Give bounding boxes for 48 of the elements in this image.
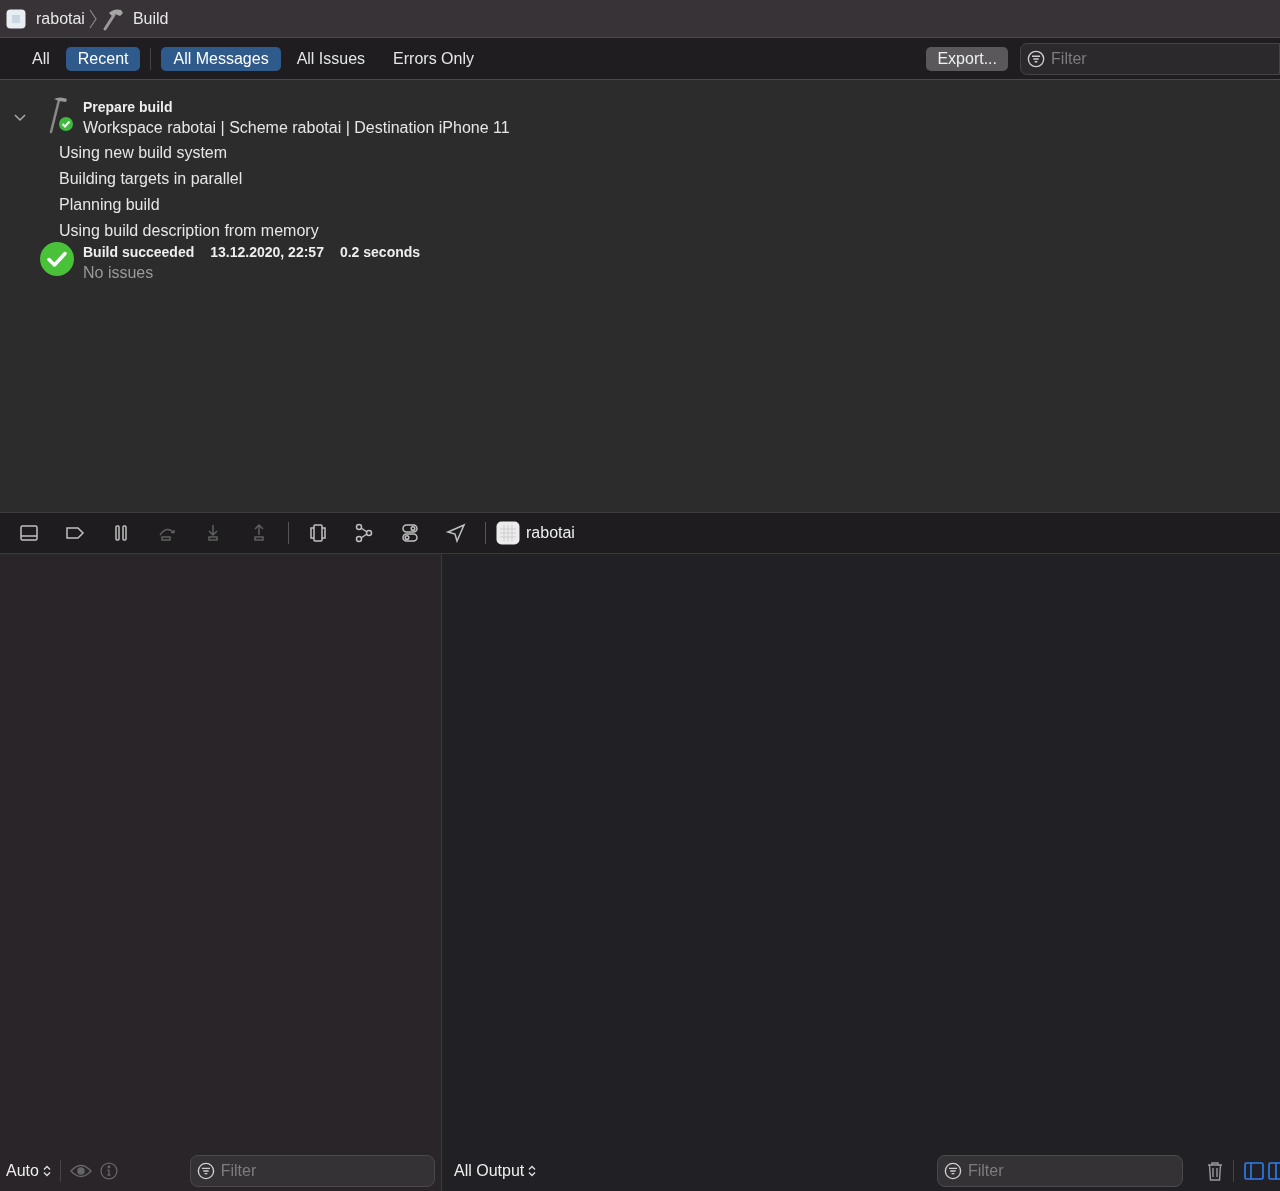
step-subtitle: Workspace rabotai | Scheme rabotai | Destination iPhone 11 [83,118,510,138]
log-message: Planning build [59,196,160,213]
output-popup[interactable]: All Output [454,1159,537,1183]
filter-input[interactable]: Filter [1051,46,1273,71]
location-arrow-icon[interactable] [446,523,466,543]
step-title: Prepare build [83,98,174,116]
filter-input[interactable]: Filter [220,1159,428,1183]
result-title: Build succeeded [83,243,195,262]
memory-graph-icon[interactable] [354,523,374,543]
chevron-right-icon [88,8,97,29]
app-icon [496,521,520,545]
filter-tab[interactable]: All [20,46,62,71]
view-debugger-icon[interactable] [308,523,328,543]
filter-tab[interactable]: Errors Only [381,46,486,71]
filter-field[interactable]: Filter [1020,42,1280,75]
filter-icon [1027,48,1046,69]
filter-tab[interactable]: Recent [65,46,141,71]
log-message: Using build description from memory [59,222,319,239]
app-icon [6,8,26,29]
console-icon[interactable] [19,523,39,543]
filter-tab[interactable]: All Messages [161,46,281,71]
chevron-icon [14,114,26,122]
left-panel-icon[interactable] [1244,1162,1264,1180]
filter-tab[interactable]: All Issues [284,46,378,71]
export-button[interactable]: Export... [926,46,1008,71]
scope-popup[interactable]: Auto [6,1159,51,1183]
filter-field[interactable]: Filter [189,1155,435,1187]
trash-icon[interactable] [1207,1161,1223,1181]
success-check-icon [40,242,74,276]
hammer-check-icon [47,96,75,134]
result-date: 13.12.2020, 22:57 [210,243,324,262]
filter-input[interactable]: Filter [967,1159,1176,1183]
log-message: Building targets in parallel [59,170,243,187]
breadcrumb-item[interactable]: Build [132,6,169,31]
log-message: Using new build system [59,144,228,161]
right-panel-icon[interactable] [1268,1162,1280,1180]
eye-icon[interactable] [69,1164,92,1178]
filter-icon [944,1161,962,1181]
filter-field[interactable]: Filter [937,1155,1183,1187]
chevron-updown-icon [42,1165,51,1177]
target-name[interactable]: rabotai [526,521,575,545]
filter-icon [196,1161,215,1181]
result-duration: 0.2 seconds [339,243,421,262]
info-icon[interactable] [99,1162,118,1180]
breadcrumb-item[interactable]: rabotai [36,6,85,31]
chevron-updown-icon [528,1165,537,1177]
result-detail: No issues [83,263,155,283]
toggle-icon[interactable] [400,523,420,543]
